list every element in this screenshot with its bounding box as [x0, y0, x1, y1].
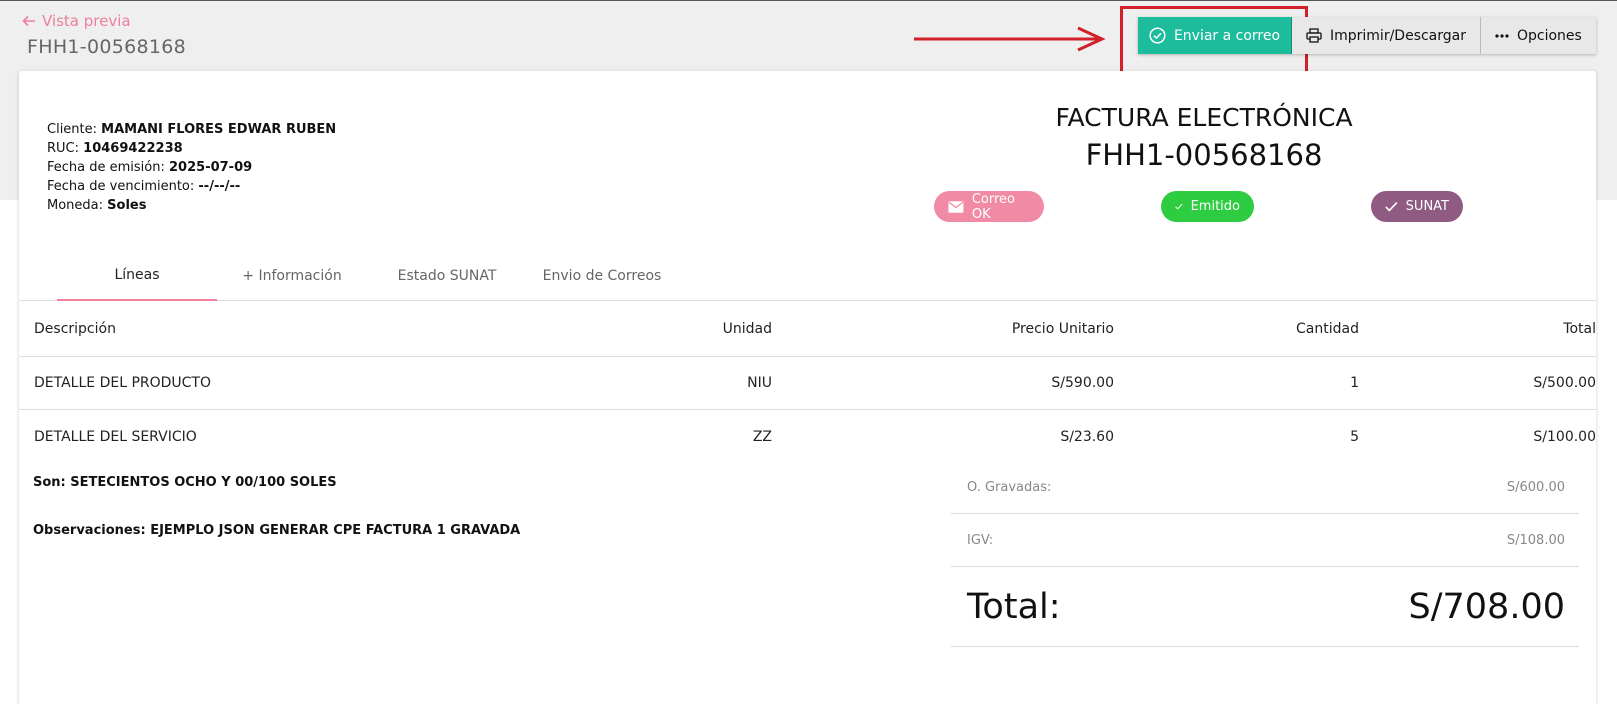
annotation-arrow	[914, 26, 1106, 52]
mail-status-badge: Correo OK	[934, 191, 1044, 222]
send-email-button[interactable]: Enviar a correo	[1138, 17, 1292, 54]
back-link[interactable]: Vista previa	[22, 12, 131, 30]
send-email-label: Enviar a correo	[1173, 27, 1281, 44]
lines-table: Descripción Unidad Precio Unitario Canti…	[19, 302, 1596, 463]
print-download-label: Imprimir/Descargar	[1330, 27, 1466, 44]
issue-date-line: Fecha de emisión: 2025-07-09	[47, 160, 253, 175]
cell-descripcion: DETALLE DEL SERVICIO	[34, 428, 197, 445]
table-header: Descripción Unidad Precio Unitario Canti…	[19, 302, 1596, 357]
check-circle-icon	[1149, 27, 1166, 44]
print-download-button[interactable]: Imprimir/Descargar	[1292, 17, 1481, 54]
cell-precio: S/590.00	[1051, 375, 1114, 391]
client-name-line: Cliente: MAMANI FLORES EDWAR RUBEN	[47, 122, 337, 137]
arrow-left-icon	[22, 15, 35, 27]
issue-date: 2025-07-09	[169, 160, 253, 175]
client-name: MAMANI FLORES EDWAR RUBEN	[101, 122, 337, 137]
options-label: Opciones	[1517, 27, 1582, 44]
cell-cantidad: 5	[1350, 428, 1359, 445]
observations: Observaciones: EJEMPLO JSON GENERAR CPE …	[33, 523, 521, 538]
col-descripcion: Descripción	[34, 321, 116, 337]
currency-line: Moneda: Soles	[47, 198, 147, 213]
due-date: --/--/--	[198, 179, 241, 194]
ruc-value: 10469422238	[83, 141, 183, 156]
check-icon	[1385, 201, 1398, 212]
cell-cantidad: 1	[1350, 375, 1359, 391]
totals-row-igv: IGV: S/108.00	[951, 514, 1579, 567]
col-cantidad: Cantidad	[1296, 321, 1359, 337]
tab-lineas[interactable]: Líneas	[57, 251, 217, 301]
currency-value: Soles	[107, 198, 147, 213]
table-row: DETALLE DEL PRODUCTO NIU S/590.00 1 S/50…	[19, 357, 1596, 410]
cell-unidad: NIU	[747, 375, 772, 391]
totals-row-gravadas: O. Gravadas: S/600.00	[951, 461, 1579, 514]
invoice-number: FHH1-00568168	[1085, 138, 1323, 172]
tab-envio-correos[interactable]: Envio de Correos	[522, 251, 682, 301]
envelope-icon	[948, 200, 964, 213]
options-button[interactable]: Opciones	[1481, 17, 1596, 54]
ruc-line: RUC: 10469422238	[47, 141, 183, 156]
cell-precio: S/23.60	[1060, 428, 1114, 445]
table-row: DETALLE DEL SERVICIO ZZ S/23.60 5 S/100.…	[19, 410, 1596, 463]
invoice-type: FACTURA ELECTRÓNICA	[1055, 103, 1353, 132]
more-dots-icon	[1495, 33, 1509, 38]
page-title: FHH1-00568168	[27, 36, 187, 58]
cell-unidad: ZZ	[752, 428, 772, 445]
sunat-status-badge: SUNAT	[1371, 191, 1463, 222]
tab-estado-sunat[interactable]: Estado SUNAT	[367, 251, 527, 301]
printer-icon	[1306, 28, 1322, 43]
cell-total: S/100.00	[1533, 428, 1596, 445]
tab-informacion[interactable]: + Información	[212, 251, 372, 301]
emitted-status-badge: Emitido	[1161, 191, 1254, 222]
client-info: Cliente: MAMANI FLORES EDWAR RUBEN RUC: …	[47, 120, 336, 215]
tab-bar: Líneas + Información Estado SUNAT Envio …	[19, 251, 1596, 301]
totals-row-grand-total: Total: S/708.00	[951, 567, 1579, 647]
check-icon	[1175, 203, 1183, 210]
invoice-card: Cliente: MAMANI FLORES EDWAR RUBEN RUC: …	[19, 71, 1596, 704]
cell-descripcion: DETALLE DEL PRODUCTO	[34, 375, 212, 391]
back-link-label: Vista previa	[42, 12, 131, 30]
due-date-line: Fecha de vencimiento: --/--/--	[47, 179, 241, 194]
totals-panel: O. Gravadas: S/600.00 IGV: S/108.00 Tota…	[951, 461, 1579, 647]
col-precio-unitario: Precio Unitario	[1011, 321, 1114, 337]
action-toolbar: Enviar a correo Imprimir/Descargar Opcio…	[1138, 17, 1596, 54]
col-total: Total	[1563, 321, 1596, 337]
col-unidad: Unidad	[722, 321, 772, 337]
cell-total: S/500.00	[1533, 375, 1596, 391]
amount-in-words: Son: SETECIENTOS OCHO Y 00/100 SOLES	[33, 475, 337, 490]
